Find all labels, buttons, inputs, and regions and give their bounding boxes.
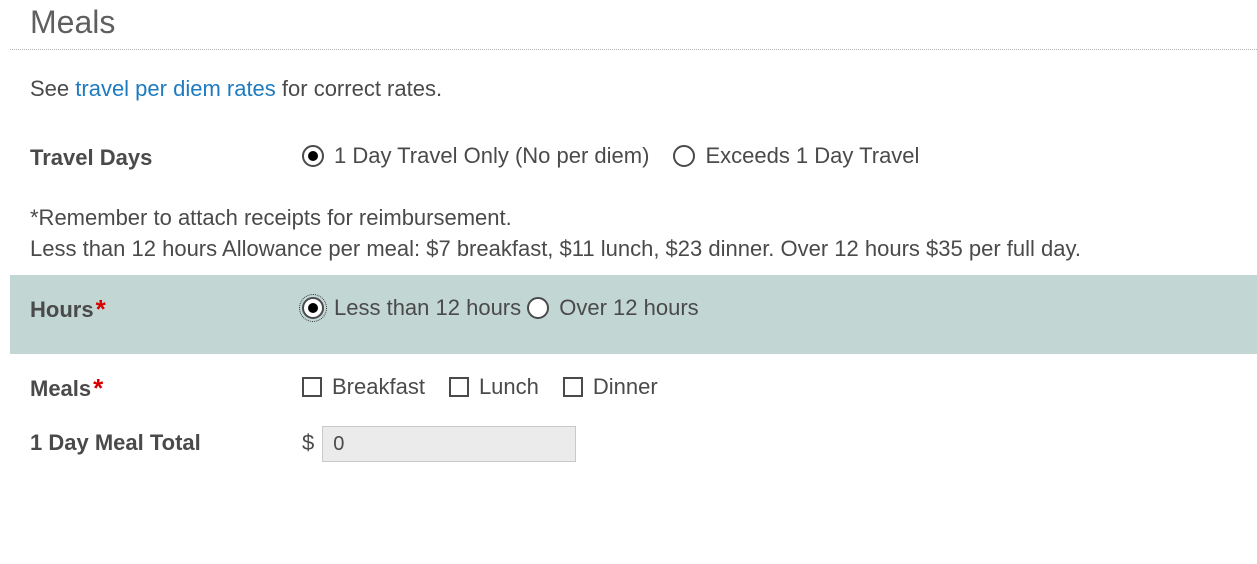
radio-label: Less than 12 hours — [334, 293, 521, 324]
travel-days-row: Travel Days 1 Day Travel Only (No per di… — [30, 133, 1257, 182]
checkbox-option-dinner[interactable]: Dinner — [563, 372, 658, 403]
note-line1: *Remember to attach receipts for reimbur… — [30, 203, 1257, 234]
total-label: 1 Day Meal Total — [30, 426, 302, 459]
meals-row: Meals* Breakfast Lunch Dinner — [30, 364, 1257, 418]
meals-label-text: Meals — [30, 376, 91, 401]
intro-text: See travel per diem rates for correct ra… — [30, 74, 1257, 105]
radio-label: Over 12 hours — [559, 293, 698, 324]
radio-option-lt12[interactable]: Less than 12 hours — [302, 293, 521, 324]
checkbox-icon — [302, 377, 322, 397]
checkbox-label: Lunch — [479, 372, 539, 403]
meal-total-input[interactable] — [322, 426, 576, 462]
radio-icon — [302, 145, 324, 167]
section-separator — [10, 49, 1257, 50]
hours-label-text: Hours — [30, 297, 94, 322]
radio-option-gt12[interactable]: Over 12 hours — [527, 293, 698, 324]
section-title: Meals — [10, 0, 1257, 45]
total-row: 1 Day Meal Total $ — [30, 418, 1257, 470]
checkbox-option-lunch[interactable]: Lunch — [449, 372, 539, 403]
required-icon: * — [96, 294, 106, 324]
radio-label: 1 Day Travel Only (No per diem) — [334, 141, 649, 172]
checkbox-icon — [563, 377, 583, 397]
checkbox-option-breakfast[interactable]: Breakfast — [302, 372, 425, 403]
hours-label: Hours* — [30, 293, 302, 331]
radio-option-1day[interactable]: 1 Day Travel Only (No per diem) — [302, 141, 649, 172]
radio-label: Exceeds 1 Day Travel — [705, 141, 919, 172]
allowance-note: *Remember to attach receipts for reimbur… — [30, 203, 1257, 265]
currency-symbol: $ — [302, 428, 314, 459]
radio-icon — [527, 297, 549, 319]
per-diem-link[interactable]: travel per diem rates — [75, 76, 276, 101]
checkbox-label: Breakfast — [332, 372, 425, 403]
radio-icon — [673, 145, 695, 167]
meals-label: Meals* — [30, 372, 302, 410]
intro-prefix: See — [30, 76, 75, 101]
travel-days-label: Travel Days — [30, 141, 302, 174]
radio-option-exceeds[interactable]: Exceeds 1 Day Travel — [673, 141, 919, 172]
checkbox-icon — [449, 377, 469, 397]
required-icon: * — [93, 373, 103, 403]
radio-icon — [302, 297, 324, 319]
hours-row: Hours* Less than 12 hours Over 12 hours — [10, 275, 1257, 354]
intro-suffix: for correct rates. — [276, 76, 442, 101]
note-line2: Less than 12 hours Allowance per meal: $… — [30, 234, 1257, 265]
checkbox-label: Dinner — [593, 372, 658, 403]
